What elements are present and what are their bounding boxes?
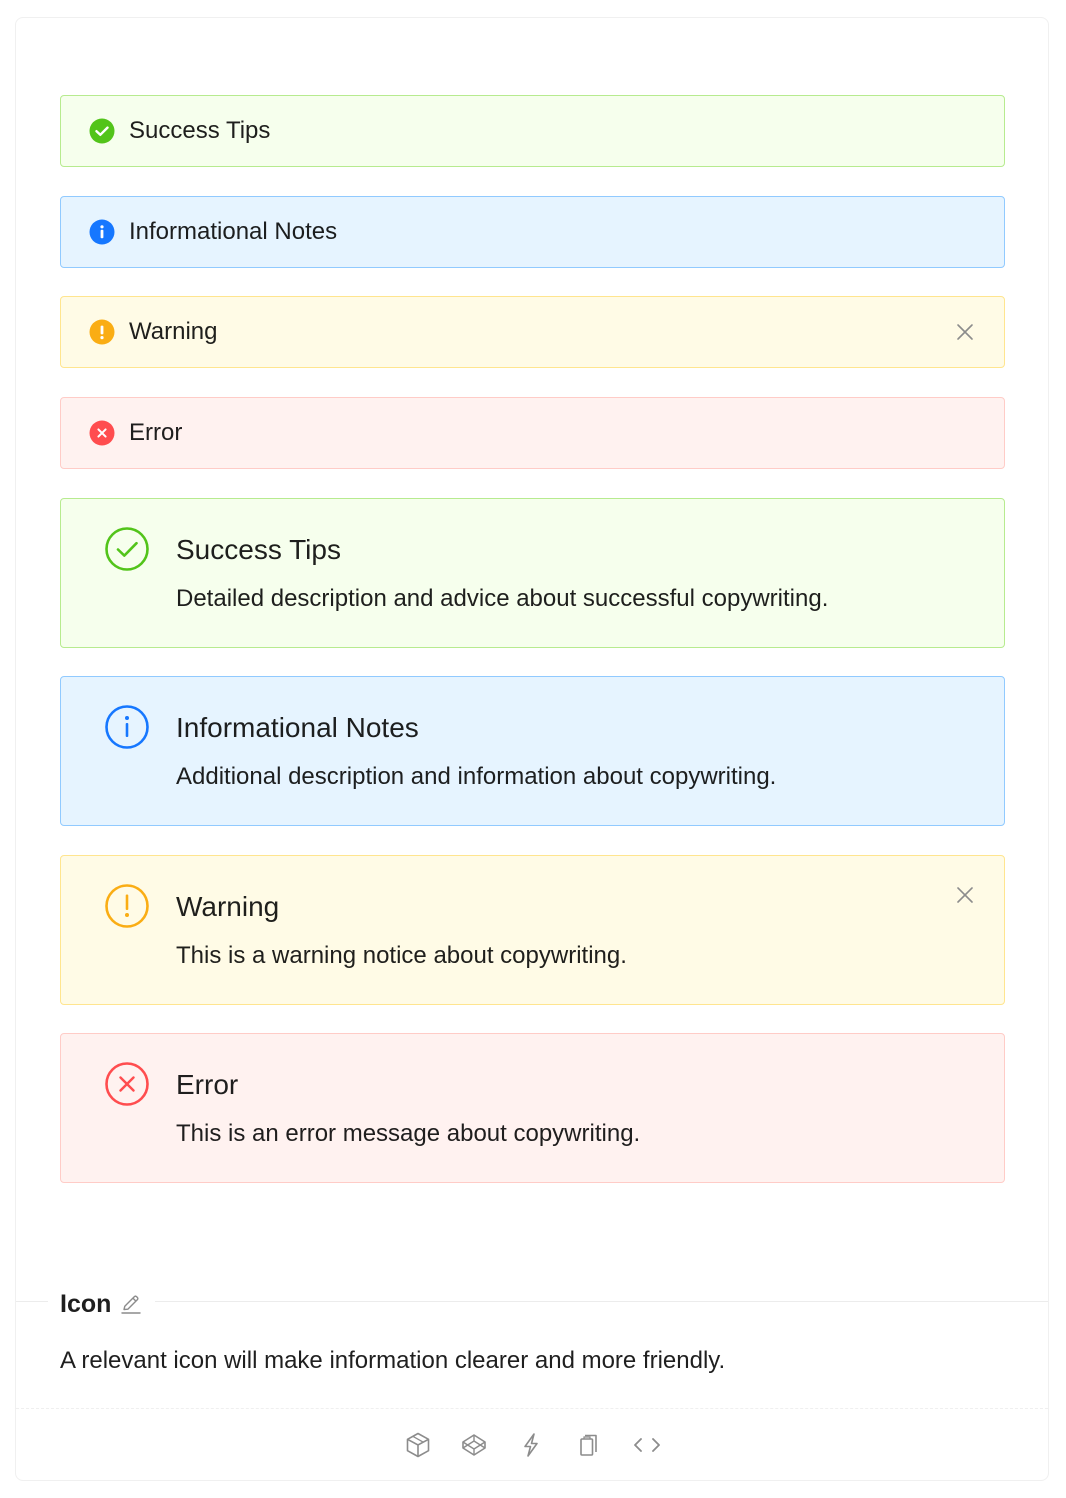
check-circle-filled-icon bbox=[89, 118, 115, 144]
alert-message: Informational Notes bbox=[129, 218, 338, 245]
edit-icon[interactable] bbox=[119, 1292, 143, 1316]
demo-description: A relevant icon will make information cl… bbox=[60, 1347, 726, 1374]
alert-message: Error bbox=[176, 1069, 239, 1100]
alert-error-with-description: Error This is an error message about cop… bbox=[60, 1033, 1005, 1183]
alert-message: Warning bbox=[129, 318, 218, 345]
alert-warning: Warning bbox=[60, 296, 1005, 368]
alert-description: This is an error message about copywriti… bbox=[176, 1120, 641, 1147]
alert-warning-with-description: Warning This is a warning notice about c… bbox=[60, 855, 1005, 1005]
info-circle-filled-icon bbox=[89, 219, 115, 245]
actions-divider bbox=[16, 1408, 1048, 1409]
alert-description: This is a warning notice about copywriti… bbox=[176, 942, 627, 969]
meta-divider bbox=[16, 1301, 1048, 1302]
close-circle-outline-icon bbox=[104, 1061, 150, 1107]
stackblitz-icon[interactable] bbox=[515, 1428, 547, 1462]
alert-message: Warning bbox=[176, 891, 280, 922]
close-circle-filled-icon bbox=[89, 420, 115, 446]
code-expand-icon[interactable] bbox=[631, 1428, 663, 1462]
code-actions bbox=[0, 1428, 1066, 1462]
alert-info: Informational Notes bbox=[60, 196, 1005, 268]
alert-info-with-description: Informational Notes Additional descripti… bbox=[60, 676, 1005, 826]
exclamation-circle-outline-icon bbox=[104, 883, 150, 929]
close-icon[interactable] bbox=[954, 884, 976, 906]
copy-icon[interactable] bbox=[573, 1428, 605, 1462]
alert-description: Detailed description and advice about su… bbox=[176, 585, 829, 612]
alert-message: Informational Notes bbox=[176, 712, 419, 743]
codesandbox-icon[interactable] bbox=[402, 1428, 434, 1462]
alert-description: Additional description and information a… bbox=[176, 763, 777, 790]
alert-message: Error bbox=[129, 419, 183, 446]
alert-message: Success Tips bbox=[129, 117, 271, 144]
check-circle-outline-icon bbox=[104, 526, 150, 572]
info-circle-outline-icon bbox=[104, 704, 150, 750]
alert-success: Success Tips bbox=[60, 95, 1005, 167]
codepen-icon[interactable] bbox=[458, 1428, 490, 1462]
alert-message: Success Tips bbox=[176, 534, 341, 565]
alert-success-with-description: Success Tips Detailed description and ad… bbox=[60, 498, 1005, 648]
demo-title: Icon bbox=[48, 1287, 156, 1321]
alert-error: Error bbox=[60, 397, 1005, 469]
demo-title-text[interactable]: Icon bbox=[60, 1287, 111, 1321]
exclamation-circle-filled-icon bbox=[89, 319, 115, 345]
close-icon[interactable] bbox=[954, 321, 976, 343]
